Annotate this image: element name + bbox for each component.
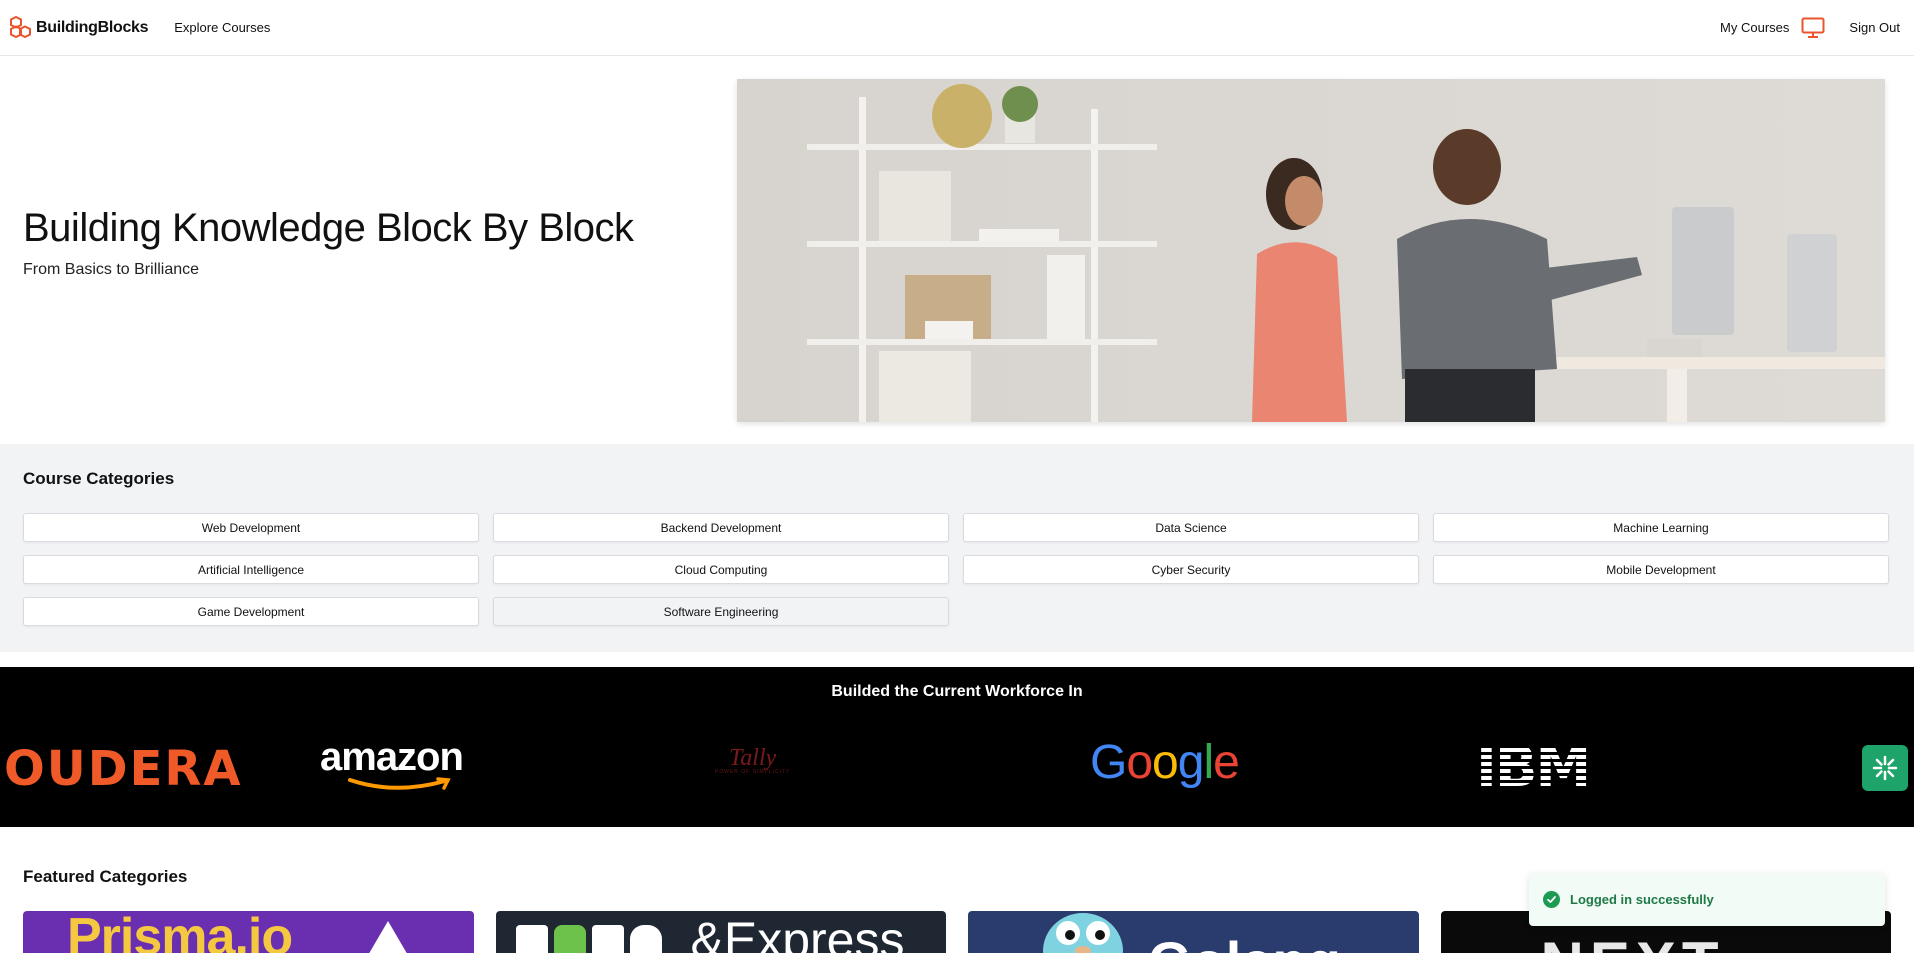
google-logo: Google xyxy=(1090,736,1240,789)
hero-office-image xyxy=(737,79,1885,422)
category-grid: Web Development Backend Development Data… xyxy=(23,513,1891,626)
cloudera-logo: OUDERA xyxy=(4,741,243,797)
hero-subtitle: From Basics to Brilliance xyxy=(23,261,200,278)
category-cloud-computing[interactable]: Cloud Computing xyxy=(493,555,949,584)
category-data-science[interactable]: Data Science xyxy=(963,513,1419,542)
hero-section: Building Knowledge Block By Block From B… xyxy=(0,56,1914,444)
course-categories-title: Course Categories xyxy=(23,469,175,488)
featured-card-golang-label: Golang xyxy=(1148,929,1341,953)
tally-tagline: POWER OF SIMPLICITY xyxy=(715,769,791,775)
category-cyber-security[interactable]: Cyber Security xyxy=(963,555,1419,584)
featured-card-golang[interactable]: Golang xyxy=(968,911,1419,953)
check-circle-icon xyxy=(1543,891,1560,908)
brand-name: BuildingBlocks xyxy=(36,18,149,36)
category-mobile-development[interactable]: Mobile Development xyxy=(1433,555,1889,584)
category-machine-learning[interactable]: Machine Learning xyxy=(1433,513,1889,542)
category-software-engineering[interactable]: Software Engineering xyxy=(493,597,949,626)
featured-card-node-express[interactable]: &Express xyxy=(495,911,946,953)
sign-out-button[interactable]: Sign Out xyxy=(1849,20,1900,35)
featured-card-prisma-label: Prisma.io xyxy=(67,911,293,953)
featured-card-next-label: NEXT xyxy=(1541,929,1725,953)
ibm-logo: IBM xyxy=(1476,741,1590,794)
amazon-logo: amazon xyxy=(320,737,474,800)
login-success-toast: Logged in successfully xyxy=(1529,873,1885,926)
category-artificial-intelligence[interactable]: Artificial Intelligence xyxy=(23,555,479,584)
explore-courses-link[interactable]: Explore Courses xyxy=(174,20,270,35)
brand-logo-link[interactable]: BuildingBlocks xyxy=(10,15,149,41)
workforce-logos-section: Builded the Current Workforce In OUDERA … xyxy=(0,667,1914,827)
workforce-title: Builded the Current Workforce In xyxy=(831,683,1083,700)
course-categories-section: Course Categories Web Development Backen… xyxy=(0,444,1914,652)
amazon-smile-icon xyxy=(348,777,451,790)
featured-card-express-label: &Express xyxy=(690,912,905,953)
blocks-logo-icon xyxy=(10,15,31,38)
ibm-logo-icon: IBM xyxy=(1476,741,1590,787)
tally-logo-text: Tally xyxy=(729,745,777,771)
hero-title: Building Knowledge Block By Block xyxy=(23,206,634,250)
category-web-development[interactable]: Web Development xyxy=(23,513,479,542)
triangle-logo-icon xyxy=(369,921,407,953)
category-game-development[interactable]: Game Development xyxy=(23,597,479,626)
tally-logo: Tally POWER OF SIMPLICITY xyxy=(715,745,791,775)
featured-card-prisma[interactable]: Prisma.io xyxy=(23,911,474,953)
partner-logo-icon xyxy=(1862,745,1908,791)
my-courses-link[interactable]: My Courses xyxy=(1720,20,1789,35)
toast-message: Logged in successfully xyxy=(1570,892,1714,907)
category-backend-development[interactable]: Backend Development xyxy=(493,513,949,542)
navbar: BuildingBlocks Explore Courses My Course… xyxy=(0,0,1914,56)
monitor-icon[interactable] xyxy=(1801,17,1825,39)
amazon-logo-text: amazon xyxy=(320,735,464,779)
gopher-icon xyxy=(1043,913,1123,953)
